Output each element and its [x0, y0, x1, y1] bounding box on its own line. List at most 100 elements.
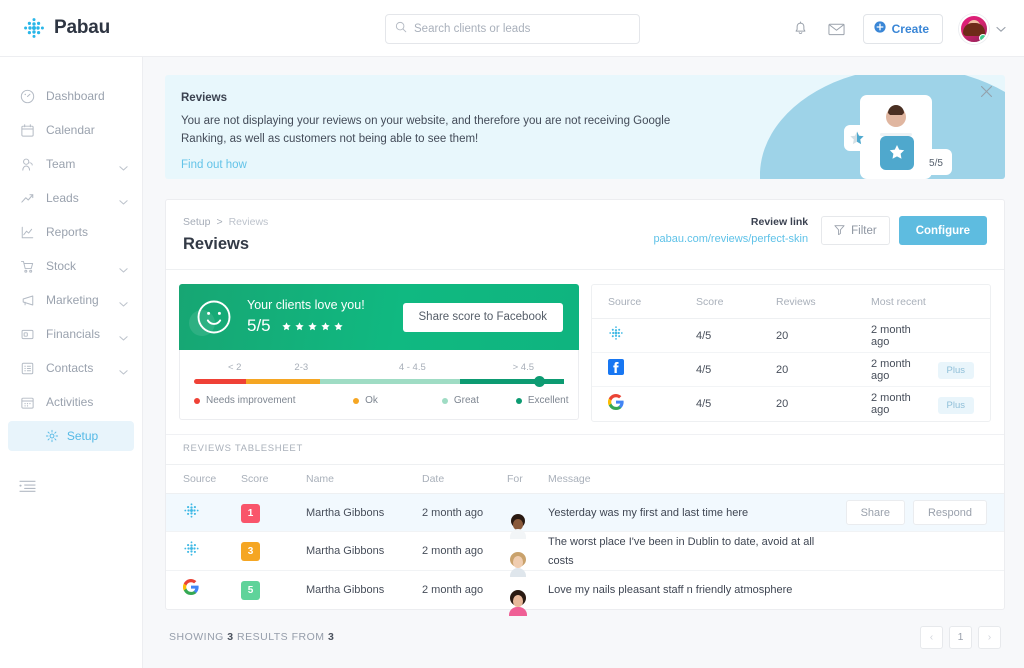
review-link-block: Review link pabau.com/reviews/perfect-sk…: [653, 216, 808, 245]
source-reviews: 20: [776, 364, 871, 376]
smiley-icon: [195, 298, 233, 336]
sidebar-item-reports[interactable]: Reports: [0, 215, 142, 249]
score-slider-knob[interactable]: [534, 376, 545, 387]
respond-button[interactable]: Respond: [913, 500, 987, 525]
table-row[interactable]: 3 Martha Gibbons 2 month ago The worst p…: [166, 532, 1004, 571]
sidebar-divider-space: [0, 453, 142, 469]
banner-body: You are not displaying your reviews on y…: [181, 113, 706, 149]
sources-table-header: Source Score Reviews Most recent: [592, 285, 990, 319]
review-score-cell: 1: [241, 503, 306, 523]
status-badge: Plus: [938, 397, 974, 414]
pagination-next[interactable]: ›: [978, 626, 1001, 649]
scale-tick: 2-3: [294, 362, 308, 373]
sidebar-item-marketing[interactable]: Marketing: [0, 283, 142, 317]
table-row[interactable]: 4/5 20 2 month ago: [592, 319, 990, 353]
reviews-table-header: Source Score Name Date For Message: [166, 464, 1004, 494]
filter-button-label: Filter: [851, 225, 877, 237]
chevron-down-icon: [119, 296, 128, 305]
column-header-source: Source: [608, 296, 696, 308]
column-header-name: Name: [306, 473, 422, 485]
share-score-facebook-button[interactable]: Share score to Facebook: [403, 303, 564, 332]
review-link-label: Review link: [653, 216, 808, 228]
column-header-source: Source: [183, 473, 241, 485]
showing-prefix: SHOWING: [169, 631, 224, 643]
sidebar-item-label: Dashboard: [46, 89, 128, 103]
sidebar-item-dashboard[interactable]: Dashboard: [0, 79, 142, 113]
legend-item: Ok: [353, 395, 442, 406]
reviews-tablesheet-title: REVIEWS TABLESHEET: [166, 434, 1004, 464]
total-count: 3: [328, 631, 334, 643]
sidebar-item-contacts[interactable]: Contacts: [0, 351, 142, 385]
body: Dashboard Calendar: [0, 57, 1024, 668]
top-bar-actions: Create: [791, 0, 1006, 57]
column-header-message: Message: [548, 473, 832, 485]
close-icon[interactable]: [980, 85, 993, 98]
activities-icon: [19, 394, 35, 410]
sidebar-item-financials[interactable]: Financials: [0, 317, 142, 351]
sidebar-item-setup-active: Setup: [8, 421, 134, 451]
table-row[interactable]: 4/5 20 2 month ago Plus: [592, 353, 990, 387]
pabau-icon: [183, 540, 241, 562]
sidebar-item-team[interactable]: Team: [0, 147, 142, 181]
collapse-sidebar-icon[interactable]: [19, 480, 36, 497]
review-actions: Share Respond: [832, 500, 987, 525]
scale-tick: 4 - 4.5: [399, 362, 426, 373]
filter-button[interactable]: Filter: [821, 216, 890, 245]
review-date: 2 month ago: [422, 507, 507, 519]
banner-illustration: 5/5: [760, 75, 1005, 179]
sidebar-item-calendar[interactable]: Calendar: [0, 113, 142, 147]
pagination-prev[interactable]: ‹: [920, 626, 943, 649]
review-date: 2 month ago: [422, 584, 507, 596]
header-actions: Review link pabau.com/reviews/perfect-sk…: [653, 216, 987, 245]
legend-item: Excellent: [516, 395, 569, 406]
page-title: Reviews: [183, 235, 268, 254]
source-reviews: 20: [776, 330, 871, 342]
pabau-logo-icon: [23, 17, 45, 39]
mail-icon[interactable]: [827, 19, 847, 39]
review-message: The worst place I've been in Dublin to d…: [548, 536, 814, 567]
pagination-page-1[interactable]: 1: [949, 626, 972, 649]
reviews-banner: 5/5 Reviews You are not displaying your …: [165, 75, 1005, 179]
review-message-cell: The worst place I've been in Dublin to d…: [548, 532, 832, 570]
banner-title: Reviews: [181, 92, 743, 104]
user-menu[interactable]: [959, 14, 1006, 44]
review-message: Love my nails pleasant staff n friendly …: [548, 584, 792, 596]
sidebar-item-activities[interactable]: Activities: [0, 385, 142, 419]
column-header-most-recent: Most recent: [871, 296, 930, 308]
sidebar-item-label: Activities: [46, 395, 128, 409]
scale-legend: Needs improvement Ok Great: [194, 395, 564, 406]
star-icon: [321, 322, 330, 331]
score-value: 5/5: [247, 316, 271, 336]
legend-item: Needs improvement: [194, 395, 353, 406]
column-header-for: For: [507, 473, 548, 485]
breadcrumb-current: Reviews: [229, 216, 269, 228]
brand-logo-area[interactable]: Pabau: [0, 17, 143, 39]
table-row[interactable]: 5 Martha Gibbons 2 month ago Love my nai…: [166, 571, 1004, 609]
brand-name: Pabau: [54, 17, 110, 39]
pabau-icon: [608, 325, 696, 346]
sidebar-item-setup[interactable]: Setup: [0, 419, 142, 453]
sidebar-item-leads[interactable]: Leads: [0, 181, 142, 215]
score-slider[interactable]: [194, 379, 564, 384]
star-rating: [282, 322, 343, 331]
breadcrumb-parent[interactable]: Setup: [183, 216, 210, 228]
table-row[interactable]: 4/5 20 2 month ago Plus: [592, 387, 990, 421]
status-badge: 1: [241, 504, 260, 523]
scale-tick: > 4.5: [513, 362, 534, 373]
table-row[interactable]: 1 Martha Gibbons 2 month ago Yesterday w…: [166, 494, 1004, 532]
filter-icon: [834, 224, 845, 238]
configure-button[interactable]: Configure: [899, 216, 987, 245]
avatar: [959, 14, 989, 44]
search-input[interactable]: [414, 23, 630, 35]
bell-icon[interactable]: [791, 19, 811, 39]
sidebar-item-label: Team: [46, 157, 108, 171]
score-headline: Your clients love you!: [247, 298, 365, 312]
share-button[interactable]: Share: [846, 500, 905, 525]
review-link-url[interactable]: pabau.com/reviews/perfect-skin: [653, 233, 808, 245]
sidebar-collapse-row[interactable]: [0, 469, 142, 498]
create-button[interactable]: Create: [863, 14, 943, 44]
marketing-icon: [19, 292, 35, 308]
sidebar-item-stock[interactable]: Stock: [0, 249, 142, 283]
find-out-how-link[interactable]: Find out how: [181, 159, 247, 171]
search-box[interactable]: [385, 14, 640, 44]
